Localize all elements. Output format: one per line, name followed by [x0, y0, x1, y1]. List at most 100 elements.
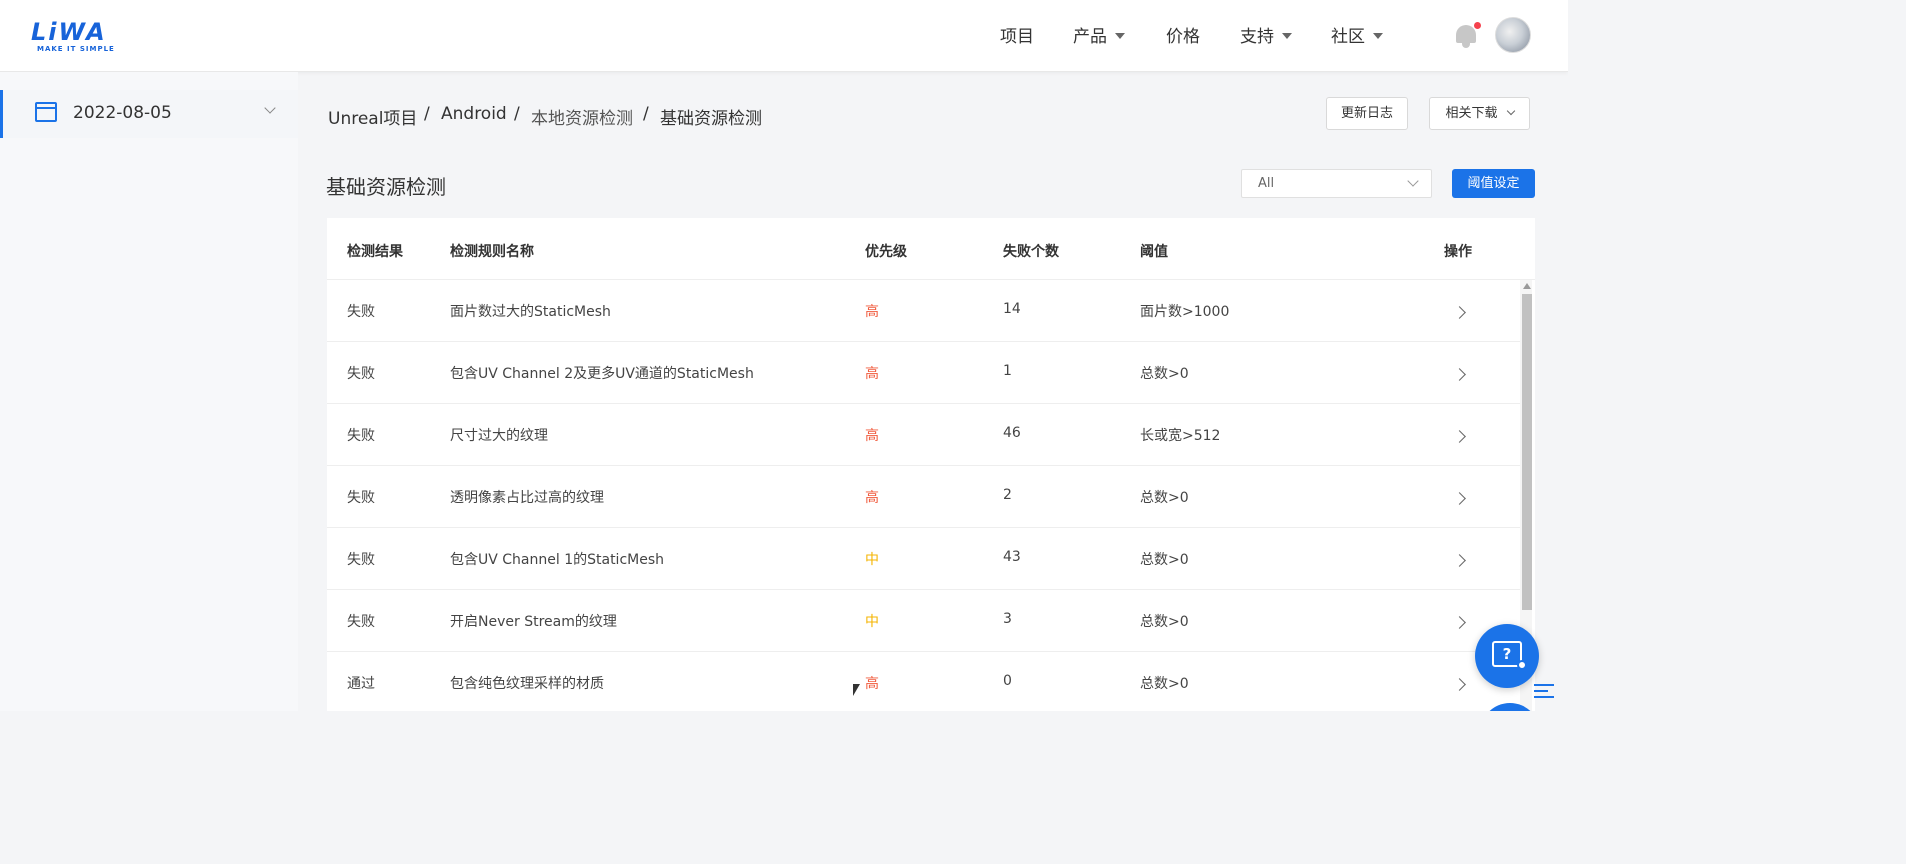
- table-row[interactable]: 失败 包含UV Channel 2及更多UV通道的StaticMesh 高 1 …: [327, 342, 1521, 404]
- downloads-button[interactable]: 相关下载: [1429, 97, 1530, 130]
- cell-priority: 高: [865, 428, 879, 444]
- chevron-down-icon: [1407, 175, 1419, 187]
- cell-rule: 尺寸过大的纹理: [450, 428, 548, 444]
- chevron-right-icon[interactable]: [1453, 678, 1466, 691]
- cell-priority: 高: [865, 490, 879, 506]
- menu-icon[interactable]: [1534, 684, 1554, 700]
- cell-rule: 开启Never Stream的纹理: [450, 614, 617, 630]
- table-header: 检测结果 检测规则名称 优先级 失败个数 阈值 操作: [327, 218, 1535, 280]
- chevron-right-icon[interactable]: [1453, 306, 1466, 319]
- cell-result: 失败: [347, 366, 375, 382]
- breadcrumb-item[interactable]: Unreal项目: [328, 104, 417, 129]
- notification-badge: [1474, 22, 1481, 29]
- cell-rule: 面片数过大的StaticMesh: [450, 304, 611, 320]
- cell-rule: 包含UV Channel 1的StaticMesh: [450, 552, 664, 568]
- cell-result: 通过: [347, 676, 375, 692]
- cell-threshold: 总数>0: [1140, 366, 1189, 382]
- chevron-down-icon: [1282, 33, 1292, 39]
- nav-item-projects[interactable]: 项目: [1000, 25, 1034, 49]
- cell-rule: 透明像素占比过高的纹理: [450, 490, 604, 506]
- nav-item-support[interactable]: 支持: [1240, 25, 1292, 49]
- column-header-priority: 优先级: [865, 244, 907, 260]
- cell-fail-count: 1: [1003, 363, 1012, 379]
- nav-item-community[interactable]: 社区: [1331, 25, 1383, 49]
- cell-priority: 高: [865, 676, 879, 692]
- nav-item-label: 价格: [1166, 27, 1200, 47]
- chevron-right-icon[interactable]: [1453, 368, 1466, 381]
- breadcrumb-current: 基础资源检测: [660, 109, 762, 129]
- threshold-settings-label: 阈值设定: [1467, 176, 1520, 191]
- cell-priority: 中: [865, 552, 879, 568]
- downloads-button-label: 相关下载: [1445, 106, 1498, 121]
- changelog-button-label: 更新日志: [1340, 106, 1393, 121]
- table-row[interactable]: 失败 面片数过大的StaticMesh 高 14 面片数>1000: [327, 280, 1521, 342]
- filter-select[interactable]: All: [1241, 169, 1432, 198]
- bell-icon[interactable]: [1453, 22, 1481, 50]
- cell-result: 失败: [347, 490, 375, 506]
- cell-threshold: 面片数>1000: [1140, 304, 1230, 320]
- cell-fail-count: 43: [1003, 549, 1021, 565]
- chevron-down-icon: [1506, 106, 1515, 116]
- breadcrumb-item[interactable]: Android: [441, 104, 507, 124]
- table-row[interactable]: 失败 包含UV Channel 1的StaticMesh 中 43 总数>0: [327, 528, 1521, 590]
- scrollbar-thumb[interactable]: [1522, 294, 1532, 610]
- cell-fail-count: 14: [1003, 301, 1021, 317]
- cell-fail-count: 3: [1003, 611, 1012, 627]
- scroll-up-arrow-icon[interactable]: [1523, 283, 1531, 289]
- cell-fail-count: 46: [1003, 425, 1021, 441]
- bell-clapper: [1462, 43, 1470, 48]
- top-navbar: LiWA MAKE IT SIMPLE 项目 产品 价格 支持 社区: [0, 0, 1568, 72]
- chevron-down-icon: [1115, 33, 1125, 39]
- breadcrumb-item[interactable]: 本地资源检测: [531, 104, 633, 129]
- cell-rule: 包含纯色纹理采样的材质: [450, 676, 604, 692]
- cell-priority: 中: [865, 614, 879, 630]
- cell-threshold: 总数>0: [1140, 676, 1189, 692]
- cell-priority: 高: [865, 366, 879, 382]
- cell-rule: 包含UV Channel 2及更多UV通道的StaticMesh: [450, 366, 754, 382]
- table-row[interactable]: 失败 透明像素占比过高的纹理 高 2 总数>0: [327, 466, 1521, 528]
- chevron-right-icon[interactable]: [1453, 554, 1466, 567]
- nav-item-products[interactable]: 产品: [1073, 25, 1125, 49]
- cell-threshold: 总数>0: [1140, 552, 1189, 568]
- date-selector[interactable]: 2022-08-05: [0, 90, 298, 138]
- cell-result: 失败: [347, 428, 375, 444]
- bell-body: [1456, 25, 1476, 43]
- cell-fail-count: 2: [1003, 487, 1012, 503]
- table-row[interactable]: 失败 开启Never Stream的纹理 中 3 总数>0: [327, 590, 1521, 652]
- chevron-right-icon[interactable]: [1453, 616, 1466, 629]
- column-header-rule: 检测规则名称: [450, 244, 534, 260]
- column-header-fail-count: 失败个数: [1003, 244, 1059, 260]
- play-icon: [1517, 660, 1527, 670]
- logo-subtitle: MAKE IT SIMPLE: [37, 45, 115, 53]
- sidebar: [0, 72, 298, 711]
- avatar[interactable]: [1495, 17, 1531, 53]
- column-header-threshold: 阈值: [1140, 244, 1168, 260]
- changelog-button[interactable]: 更新日志: [1326, 97, 1408, 130]
- nav-item-label: 社区: [1331, 27, 1365, 47]
- cell-result: 失败: [347, 614, 375, 630]
- app-root: LiWA MAKE IT SIMPLE 项目 产品 价格 支持 社区 2022-…: [0, 0, 1568, 711]
- mouse-cursor-icon: [853, 684, 860, 696]
- cell-threshold: 总数>0: [1140, 614, 1189, 630]
- nav-item-pricing[interactable]: 价格: [1166, 25, 1200, 49]
- breadcrumb-separator: /: [643, 104, 649, 124]
- nav-item-label: 产品: [1073, 27, 1107, 47]
- table-row[interactable]: 失败 尺寸过大的纹理 高 46 长或宽>512: [327, 404, 1521, 466]
- results-table: 检测结果 检测规则名称 优先级 失败个数 阈值 操作 失败 面片数过大的Stat…: [327, 218, 1535, 711]
- chevron-right-icon[interactable]: [1453, 492, 1466, 505]
- breadcrumb-separator: /: [424, 104, 430, 124]
- logo[interactable]: LiWA MAKE IT SIMPLE: [31, 20, 123, 56]
- chevron-right-icon[interactable]: [1453, 430, 1466, 443]
- cell-fail-count: 0: [1003, 673, 1012, 689]
- threshold-settings-button[interactable]: 阈值设定: [1452, 169, 1535, 198]
- help-button[interactable]: ?: [1475, 624, 1539, 688]
- cell-result: 失败: [347, 552, 375, 568]
- breadcrumb-separator: /: [514, 104, 520, 124]
- chevron-down-icon: [1373, 33, 1383, 39]
- cell-result: 失败: [347, 304, 375, 320]
- column-header-result: 检测结果: [347, 244, 403, 260]
- column-header-actions: 操作: [1444, 244, 1472, 260]
- cell-threshold: 总数>0: [1140, 490, 1189, 506]
- table-row[interactable]: 通过 包含纯色纹理采样的材质 高 0 总数>0: [327, 652, 1521, 711]
- page-title: 基础资源检测: [326, 175, 446, 199]
